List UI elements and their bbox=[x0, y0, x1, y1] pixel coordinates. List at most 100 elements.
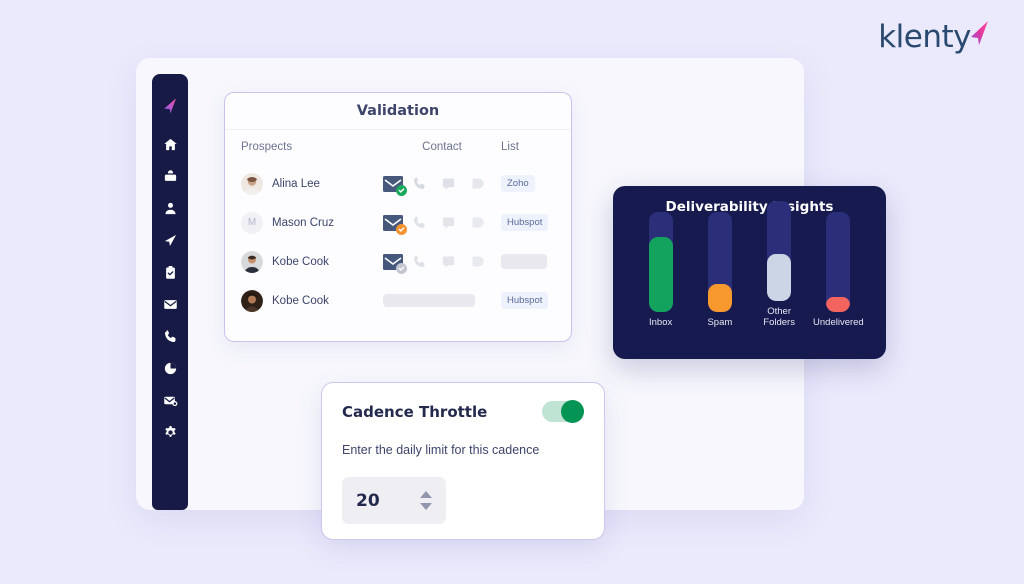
list-badge[interactable]: Hubspot bbox=[501, 214, 549, 231]
avatar bbox=[241, 250, 263, 273]
sidebar-item-templates[interactable] bbox=[155, 385, 185, 415]
avatar bbox=[241, 172, 263, 195]
prospect-name: Kobe Cook bbox=[272, 294, 329, 307]
klenty-logo-icon bbox=[161, 96, 180, 115]
cadence-toggle[interactable] bbox=[542, 400, 584, 423]
envelope-icon bbox=[163, 297, 178, 312]
gear-icon bbox=[163, 425, 178, 440]
bar-label-other-folders: Other Folders bbox=[763, 306, 795, 329]
bar-group-undelivered: Undelivered bbox=[809, 212, 867, 329]
bar-label-spam: Spam bbox=[707, 317, 733, 329]
bar-fill-spam bbox=[707, 284, 732, 313]
phone-icon bbox=[163, 329, 178, 344]
email-status-badge bbox=[396, 223, 407, 235]
email-icon[interactable] bbox=[383, 175, 407, 196]
prospect-cell: M Mason Cruz bbox=[241, 211, 383, 234]
paper-plane-icon bbox=[962, 16, 996, 55]
sidebar-item-settings[interactable] bbox=[155, 417, 185, 447]
contact-cell bbox=[383, 294, 501, 307]
avatar bbox=[241, 289, 263, 312]
sidebar-item-prospects[interactable] bbox=[155, 193, 185, 223]
prospect-name: Alina Lee bbox=[272, 177, 320, 190]
bar-group-other-folders: Other Folders bbox=[750, 201, 808, 329]
bar-label-undelivered: Undelivered bbox=[813, 317, 864, 329]
bar-label-inbox: Inbox bbox=[649, 317, 673, 329]
brand-wordmark: klenty bbox=[878, 19, 971, 55]
avatar: M bbox=[241, 211, 263, 234]
bar-track bbox=[826, 212, 851, 313]
bar-fill-inbox bbox=[648, 237, 673, 313]
sidebar-item-emails[interactable] bbox=[155, 289, 185, 319]
contact-cell bbox=[383, 214, 501, 235]
prospect-cell: Kobe Cook bbox=[241, 289, 383, 312]
sidebar-item-home[interactable] bbox=[155, 129, 185, 159]
linkedin-icon[interactable] bbox=[470, 176, 490, 192]
send-icon bbox=[163, 233, 178, 248]
stepper-arrows bbox=[420, 491, 432, 510]
message-icon[interactable] bbox=[441, 254, 461, 270]
table-header-row: Prospects Contact List bbox=[241, 130, 555, 164]
prospect-name: Mason Cruz bbox=[272, 216, 334, 229]
contact-placeholder bbox=[383, 294, 475, 307]
deliverability-insights-card: Deliverability Insights Inbox Spam Other… bbox=[613, 186, 886, 359]
prospect-cell: Kobe Cook bbox=[241, 250, 383, 273]
linkedin-icon[interactable] bbox=[470, 254, 490, 270]
email-status-badge bbox=[396, 184, 407, 196]
klenty-logo: klenty bbox=[878, 19, 996, 55]
list-badge[interactable]: Hubspot bbox=[501, 292, 549, 309]
bar-chart: Inbox Spam Other Folders Undelivered bbox=[631, 201, 868, 329]
sidebar-item-reports[interactable] bbox=[155, 353, 185, 383]
sidebar-item-inbox[interactable] bbox=[155, 161, 185, 191]
daily-limit-value[interactable]: 20 bbox=[356, 491, 380, 511]
phone-icon[interactable] bbox=[412, 254, 432, 270]
sidebar-item-klenty-logo[interactable] bbox=[155, 90, 185, 120]
bar-fill-undelivered bbox=[826, 297, 851, 313]
bar-track bbox=[648, 212, 673, 313]
contact-cell bbox=[383, 175, 501, 196]
stepper-decrement-icon[interactable] bbox=[420, 503, 432, 510]
list-cell: Hubspot bbox=[501, 292, 555, 309]
sidebar bbox=[152, 74, 188, 510]
list-cell: Zoho bbox=[501, 175, 555, 192]
clipboard-check-icon bbox=[163, 265, 178, 280]
stepper-increment-icon[interactable] bbox=[420, 491, 432, 498]
prospect-cell: Alina Lee bbox=[241, 172, 383, 195]
sidebar-item-tasks[interactable] bbox=[155, 257, 185, 287]
list-cell: Hubspot bbox=[501, 214, 555, 231]
column-header-list: List bbox=[501, 141, 519, 153]
sidebar-item-calls[interactable] bbox=[155, 321, 185, 351]
prospect-name: Kobe Cook bbox=[272, 255, 329, 268]
column-header-contact: Contact bbox=[422, 141, 462, 153]
pie-chart-icon bbox=[163, 361, 178, 376]
email-icon[interactable] bbox=[383, 214, 407, 235]
contact-cell bbox=[383, 253, 501, 274]
message-icon[interactable] bbox=[441, 215, 461, 231]
bar-track bbox=[767, 201, 792, 302]
cadence-throttle-card: Cadence Throttle Enter the daily limit f… bbox=[321, 382, 605, 540]
table-row[interactable]: Alina Lee Zoho bbox=[241, 164, 555, 203]
validation-table: Prospects Contact List Alina Lee Zoho M … bbox=[225, 130, 571, 320]
table-row[interactable]: Kobe Cook Hubspot bbox=[241, 281, 555, 320]
home-icon bbox=[163, 137, 178, 152]
email-badge-icon bbox=[163, 393, 178, 408]
cadence-title: Cadence Throttle bbox=[342, 402, 488, 421]
bar-fill-other-folders bbox=[767, 254, 792, 302]
sidebar-item-cadences[interactable] bbox=[155, 225, 185, 255]
message-icon[interactable] bbox=[441, 176, 461, 192]
phone-icon[interactable] bbox=[412, 176, 432, 192]
inbox-download-icon bbox=[163, 169, 178, 184]
cadence-subtitle: Enter the daily limit for this cadence bbox=[342, 443, 540, 457]
phone-icon[interactable] bbox=[412, 215, 432, 231]
cadence-header: Cadence Throttle bbox=[342, 400, 584, 423]
table-row[interactable]: M Mason Cruz Hubspot bbox=[241, 203, 555, 242]
email-status-badge bbox=[396, 262, 407, 274]
list-cell bbox=[501, 254, 555, 269]
linkedin-icon[interactable] bbox=[470, 215, 490, 231]
email-icon[interactable] bbox=[383, 253, 407, 274]
list-badge[interactable]: Zoho bbox=[501, 175, 535, 192]
bar-group-inbox: Inbox bbox=[632, 212, 690, 329]
bar-group-spam: Spam bbox=[691, 212, 749, 329]
table-row[interactable]: Kobe Cook bbox=[241, 242, 555, 281]
list-badge-placeholder bbox=[501, 254, 547, 269]
daily-limit-stepper[interactable]: 20 bbox=[342, 477, 446, 524]
